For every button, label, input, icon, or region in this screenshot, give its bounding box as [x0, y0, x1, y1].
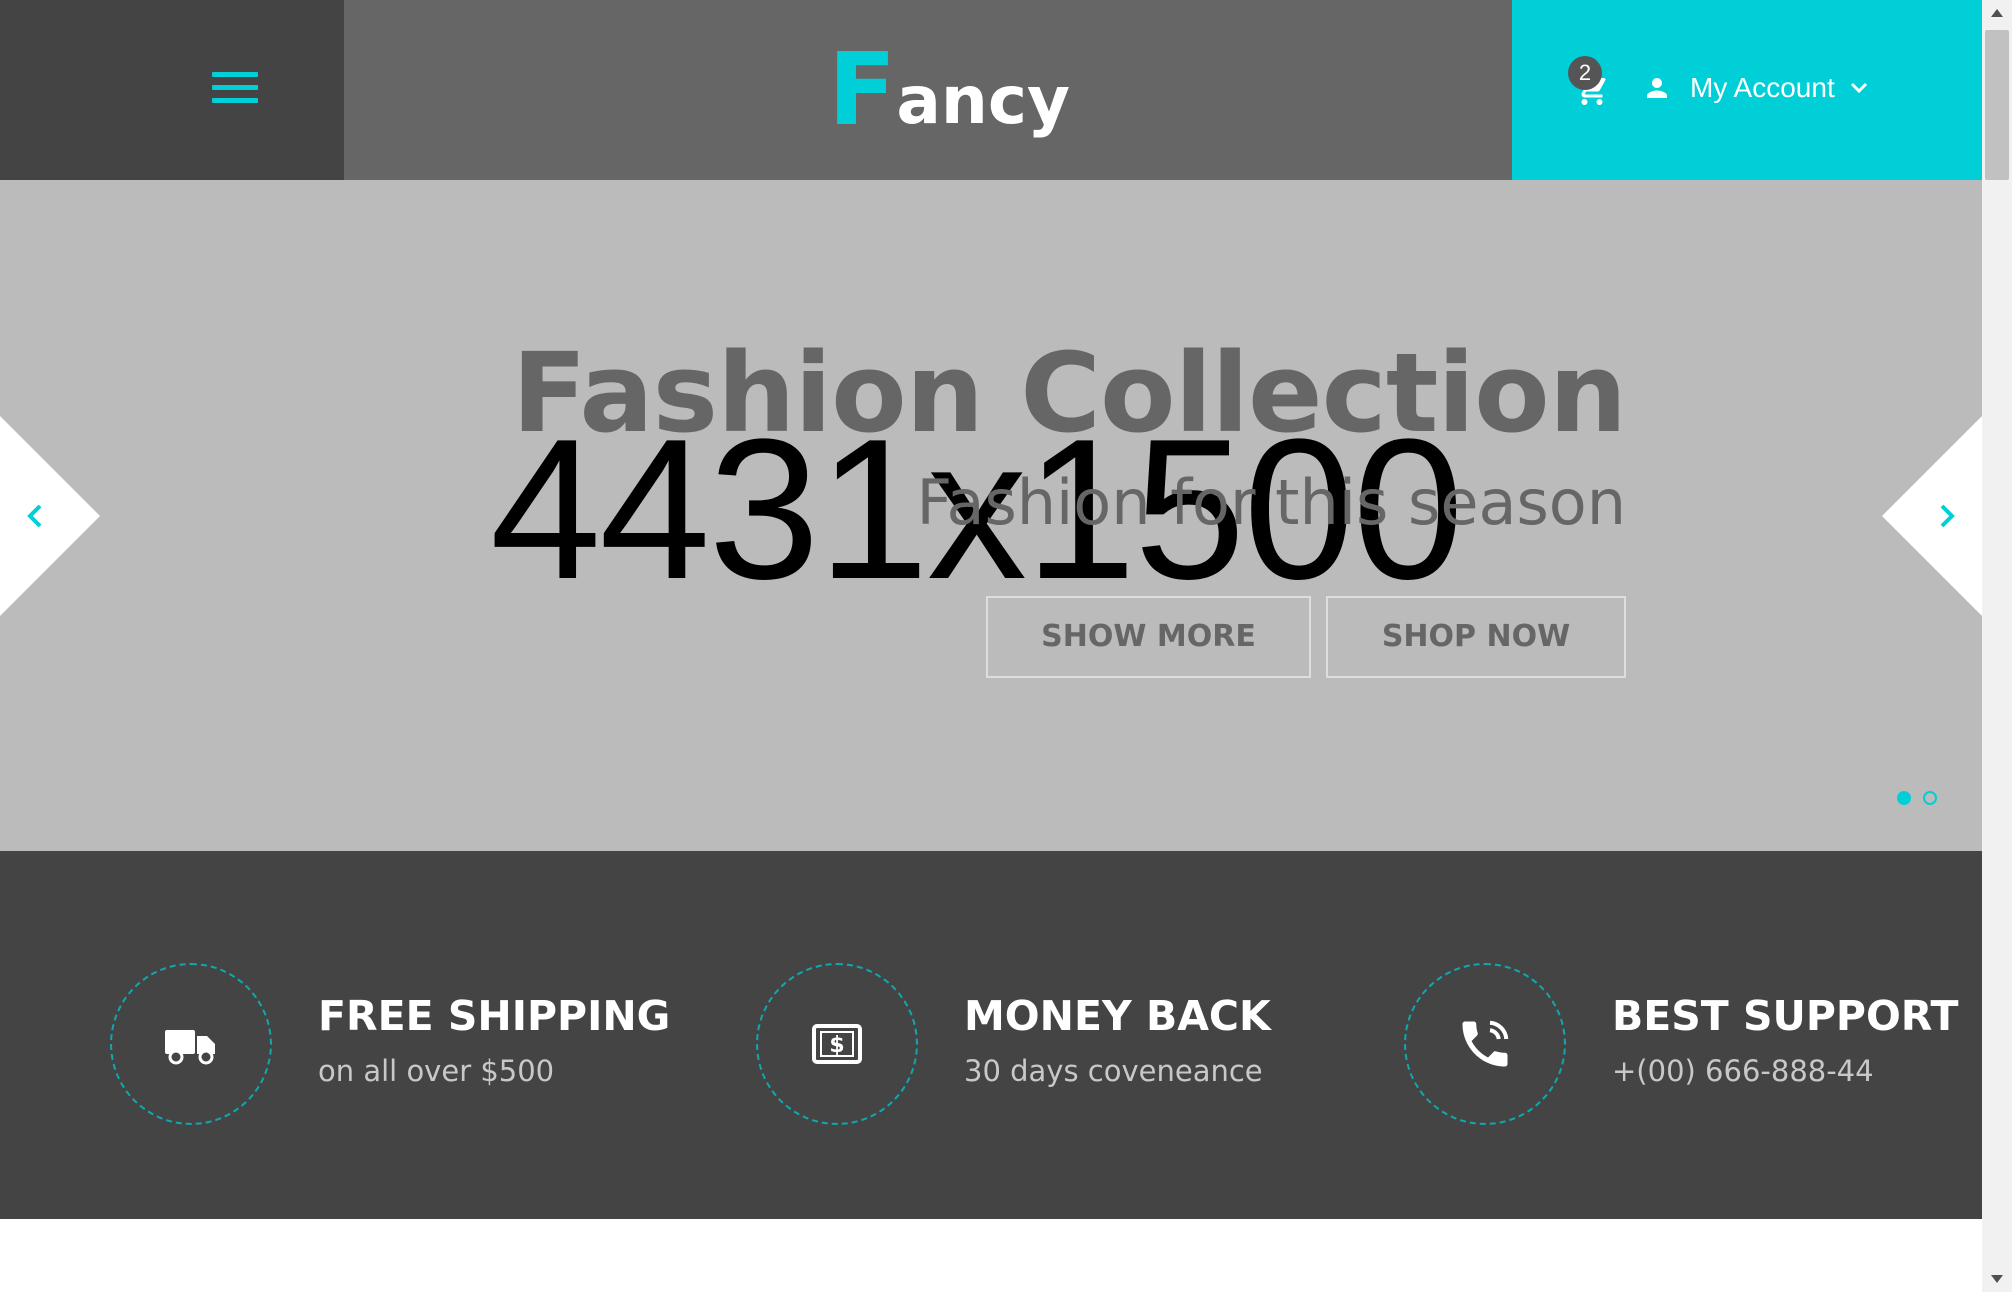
- feature-title: FREE SHIPPING: [318, 992, 671, 1040]
- slider-pagination: [1897, 791, 1949, 805]
- show-more-button[interactable]: SHOW MORE: [986, 596, 1311, 678]
- svg-text:$: $: [829, 1033, 844, 1058]
- feature-title: BEST SUPPORT: [1612, 992, 1959, 1040]
- feature-subtitle: 30 days coveneance: [964, 1054, 1263, 1088]
- chevron-down-icon: [1850, 82, 1867, 94]
- money-icon: $: [812, 1024, 862, 1064]
- hero-slider: 4431x1500 Fashion Collection Fashion for…: [0, 180, 1982, 851]
- site-header: F ancy 2 My Account: [0, 0, 1982, 180]
- hamburger-line: [212, 85, 258, 90]
- scroll-up-arrow-icon[interactable]: [1982, 0, 2012, 28]
- truck-icon: [165, 1030, 215, 1065]
- phone-icon: [1462, 1020, 1509, 1067]
- slider-dot-1[interactable]: [1897, 791, 1911, 805]
- slider-dot-2[interactable]: [1923, 791, 1937, 805]
- header-menu-area: [0, 0, 344, 180]
- my-account-dropdown[interactable]: My Account: [1642, 68, 1869, 108]
- hamburger-menu-icon[interactable]: [212, 70, 258, 106]
- hero-subtitle: Fashion for this season: [916, 466, 1627, 539]
- slider-next-shape: [1882, 416, 1982, 616]
- feature-subtitle: on all over $500: [318, 1054, 555, 1088]
- feature-subtitle: +(00) 666-888-44: [1612, 1054, 1874, 1088]
- scrollbar-thumb[interactable]: [1985, 30, 2009, 180]
- hamburger-line: [212, 98, 258, 103]
- site-logo[interactable]: F ancy: [828, 40, 1070, 140]
- slider-next-button[interactable]: [1882, 416, 1982, 616]
- page-scrollbar[interactable]: [1982, 0, 2012, 1292]
- slider-prev-button[interactable]: [0, 416, 100, 616]
- shop-now-button[interactable]: SHOP NOW: [1326, 596, 1626, 678]
- my-account-label: My Account: [1690, 72, 1835, 103]
- header-logo-area: F ancy: [344, 0, 1512, 180]
- feature-title: MONEY BACK: [964, 992, 1271, 1040]
- scroll-down-arrow-icon[interactable]: [1982, 1264, 2012, 1292]
- hero-title: Fashion Collection: [511, 329, 1627, 457]
- logo-initial: F: [828, 31, 896, 148]
- logo-text: ancy: [896, 62, 1070, 139]
- hamburger-line: [212, 72, 258, 77]
- header-user-area: 2 My Account: [1512, 0, 1982, 180]
- cart-count-badge: 2: [1568, 56, 1602, 90]
- slider-prev-shape: [0, 416, 100, 616]
- user-icon: [1647, 78, 1667, 98]
- features-bar: FREE SHIPPING on all over $500 $ MONEY B…: [0, 851, 1982, 1219]
